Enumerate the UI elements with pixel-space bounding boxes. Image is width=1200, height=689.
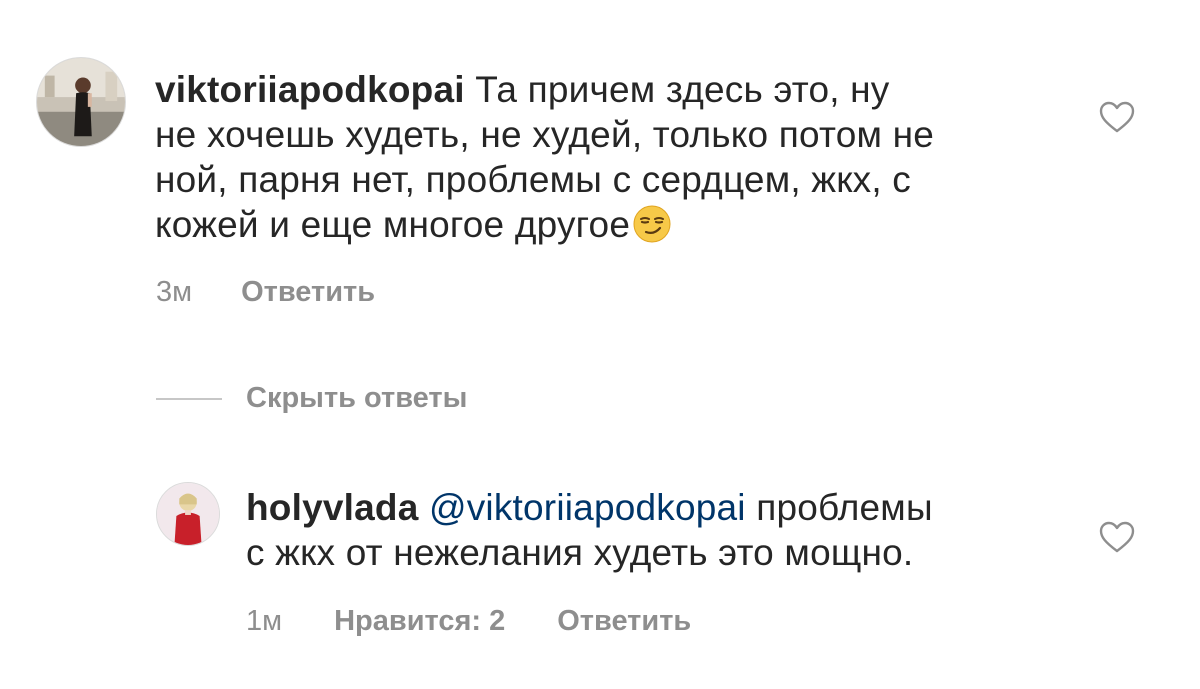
comment-timestamp: 1м [246,605,283,637]
comment-username[interactable]: holyvlada [246,487,418,528]
avatar-holyvlada[interactable] [156,482,220,546]
comment-line: проблемы [756,487,933,528]
profile-photo-icon [157,483,219,545]
user-mention-link[interactable]: @viktoriiapodkopai [429,487,746,528]
like-heart-icon[interactable] [1099,521,1135,553]
comment-line: не хочешь худеть, не худей, только потом… [155,114,935,155]
comment-text: viktoriiapodkopai Та причем здесь это, н… [155,67,1055,247]
reply-button[interactable]: Ответить [241,276,375,309]
comments-thread: viktoriiapodkopai Та причем здесь это, н… [0,0,1200,689]
comment-line: кожей и еще многое другое [155,204,631,245]
comment-line: ной, парня нет, проблемы с сердцем, жкх,… [155,159,911,200]
avatar-viktoriiapodkopai[interactable] [36,57,126,147]
comment-meta: 3м Ответить [156,276,375,309]
hide-replies-button[interactable]: Скрыть ответы [156,382,467,415]
likes-count-button[interactable]: Нравится: 2 [334,605,505,638]
comment-line: Та причем здесь это, ну [475,69,890,110]
profile-photo-icon [37,58,125,146]
reply-text: holyvlada @viktoriiapodkopai проблемы с … [246,485,1066,575]
like-heart-icon[interactable] [1099,101,1135,133]
comment-line: с жкх от нежелания худеть это мощно. [246,532,914,573]
reply-meta: 1м Нравится: 2 Ответить [246,605,691,638]
hide-replies-label: Скрыть ответы [246,382,468,414]
divider-line [156,397,222,400]
reply-button[interactable]: Ответить [557,605,691,638]
comment-timestamp: 3м [156,276,193,308]
comment-username[interactable]: viktoriiapodkopai [155,69,465,110]
smirking-face-emoji-icon [632,204,672,244]
